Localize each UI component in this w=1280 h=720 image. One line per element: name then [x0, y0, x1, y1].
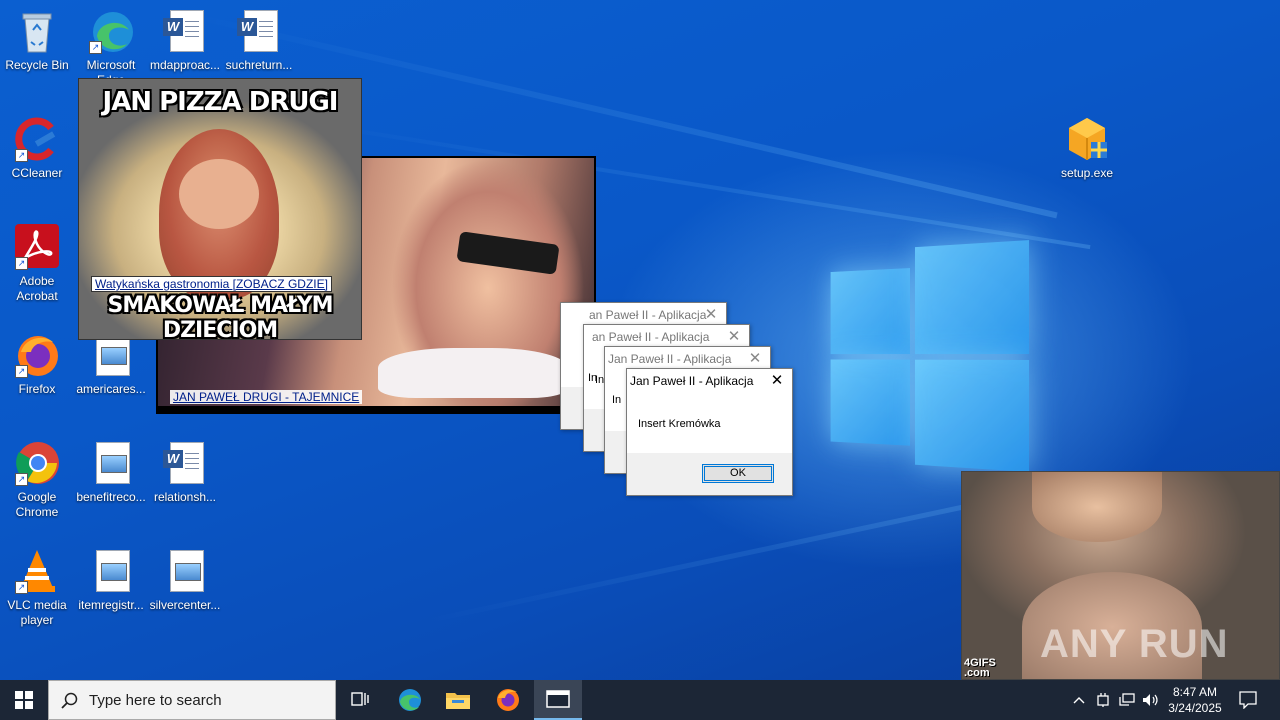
- desktop-icon-suchreturn[interactable]: W suchreturn...: [222, 8, 296, 73]
- installer-icon: [1063, 116, 1111, 162]
- dialog-message-partial: In: [588, 372, 598, 384]
- icon-label: silvercenter...: [149, 598, 221, 612]
- notification-icon: [1239, 691, 1257, 709]
- gif-watermark: 4GIFS .com: [964, 657, 996, 679]
- meme-bottom-text: SMAKOWAŁ MAŁYM DZIECIOM: [107, 293, 333, 340]
- taskbar: Type here to search 8:47 AM 3/24/2025: [0, 680, 1280, 720]
- desktop-icon-itemregistr[interactable]: itemregistr...: [74, 548, 148, 613]
- tray-volume[interactable]: [1140, 680, 1162, 720]
- network-icon: [1119, 693, 1135, 706]
- acrobat-icon: ↗: [13, 224, 61, 270]
- icon-label: Firefox: [18, 382, 56, 396]
- ok-button[interactable]: OK: [702, 464, 774, 483]
- desktop-icon-microsoft-edge[interactable]: ↗ Microsoft Edge: [74, 8, 148, 88]
- folder-icon: [446, 693, 470, 709]
- desktop-icon-ccleaner[interactable]: ↗ CCleaner: [0, 116, 74, 181]
- task-view-button[interactable]: [336, 680, 384, 720]
- firefox-icon: [497, 689, 519, 711]
- volume-icon: [1143, 694, 1158, 706]
- icon-label: VLC media player: [7, 598, 67, 627]
- dialog-message: Insert Kremówka: [638, 418, 721, 430]
- search-icon: [61, 692, 78, 709]
- search-placeholder: Type here to search: [89, 692, 222, 709]
- meme-title: JAN PIZZA DRUGI: [102, 87, 339, 117]
- icon-label: benefitreco...: [76, 490, 146, 504]
- icon-label: mdapproac...: [149, 58, 221, 72]
- desktop-icon-vlc[interactable]: ↗ VLC media player: [0, 548, 74, 628]
- word-document-icon: W: [161, 8, 209, 54]
- video-caption[interactable]: JAN PAWEŁ DRUGI - TAJEMNICE: [170, 390, 363, 404]
- image-file-icon: [87, 440, 135, 486]
- desktop-icon-google-chrome[interactable]: ↗ Google Chrome: [0, 440, 74, 520]
- dialog-window-active[interactable]: Jan Paweł II - Aplikacja ✕ Insert Kremów…: [626, 368, 793, 496]
- tray-device[interactable]: [1092, 680, 1114, 720]
- taskbar-active-window[interactable]: [534, 680, 582, 720]
- action-center-button[interactable]: [1232, 680, 1264, 720]
- taskbar-file-explorer[interactable]: [434, 680, 482, 720]
- window-app-icon: [546, 690, 570, 708]
- ccleaner-icon: ↗: [13, 116, 61, 162]
- word-document-icon: W: [235, 8, 283, 54]
- taskbar-firefox[interactable]: [484, 680, 532, 720]
- show-hidden-icons[interactable]: [1068, 680, 1090, 720]
- pizza-meme-popup[interactable]: JAN PIZZA DRUGI Watykańska gastronomia […: [78, 78, 362, 340]
- task-view-icon: [351, 692, 369, 706]
- start-button[interactable]: [0, 680, 48, 720]
- icon-label: americares...: [76, 382, 146, 396]
- taskbar-edge[interactable]: [386, 680, 434, 720]
- firefox-icon: ↗: [13, 332, 61, 378]
- image-file-icon: [87, 548, 135, 594]
- image-file-icon: [161, 548, 209, 594]
- clock-date: 3/24/2025: [1168, 701, 1222, 715]
- edge-icon: [399, 689, 421, 711]
- taskbar-clock[interactable]: 8:47 AM 3/24/2025: [1160, 684, 1230, 716]
- close-icon[interactable]: ✕: [762, 369, 792, 393]
- desktop-icon-firefox[interactable]: ↗ Firefox: [0, 332, 74, 397]
- gif-popup[interactable]: 4GIFS .com ANY RUN: [961, 471, 1280, 680]
- chrome-icon: ↗: [13, 440, 61, 486]
- device-icon: [1097, 693, 1109, 707]
- desktop-icon-setup-exe[interactable]: setup.exe: [1050, 116, 1124, 181]
- tray-network[interactable]: [1116, 680, 1138, 720]
- taskbar-search-box[interactable]: Type here to search: [48, 680, 336, 720]
- word-document-icon: W: [161, 440, 209, 486]
- icon-label: Recycle Bin: [5, 58, 69, 72]
- anyrun-watermark: ANY RUN: [1040, 622, 1229, 666]
- chevron-up-icon: [1073, 697, 1085, 704]
- desktop-icon-silvercenter[interactable]: silvercenter...: [148, 548, 222, 613]
- edge-icon: ↗: [87, 8, 135, 54]
- desktop-icon-benefitreco[interactable]: benefitreco...: [74, 440, 148, 505]
- recycle-bin-icon: [13, 8, 61, 54]
- icon-label: relationsh...: [153, 490, 217, 504]
- windows-logo-wallpaper: [830, 240, 1030, 472]
- icon-label: CCleaner: [11, 166, 63, 180]
- icon-label: itemregistr...: [78, 598, 144, 612]
- desktop-icon-americares[interactable]: americares...: [74, 332, 148, 397]
- icon-label: setup.exe: [1060, 166, 1114, 180]
- desktop-icon-relationsh[interactable]: W relationsh...: [148, 440, 222, 505]
- clock-time: 8:47 AM: [1172, 685, 1218, 699]
- desktop-icon-adobe-acrobat[interactable]: ↗ Adobe Acrobat: [0, 224, 74, 304]
- meme-link[interactable]: Watykańska gastronomia [ZOBACZ GDZIE]: [91, 276, 332, 292]
- desktop: Recycle Bin ↗ Microsoft Edge W mdapproac…: [0, 0, 1280, 680]
- vlc-icon: ↗: [13, 548, 61, 594]
- icon-label: Google Chrome: [15, 490, 59, 519]
- icon-label: suchreturn...: [225, 58, 293, 72]
- windows-start-icon: [15, 691, 33, 709]
- icon-label: Adobe Acrobat: [16, 274, 58, 303]
- desktop-icon-mdapproach[interactable]: W mdapproac...: [148, 8, 222, 73]
- dialog-message-partial: In: [612, 394, 622, 406]
- desktop-icon-recycle-bin[interactable]: Recycle Bin: [0, 8, 74, 73]
